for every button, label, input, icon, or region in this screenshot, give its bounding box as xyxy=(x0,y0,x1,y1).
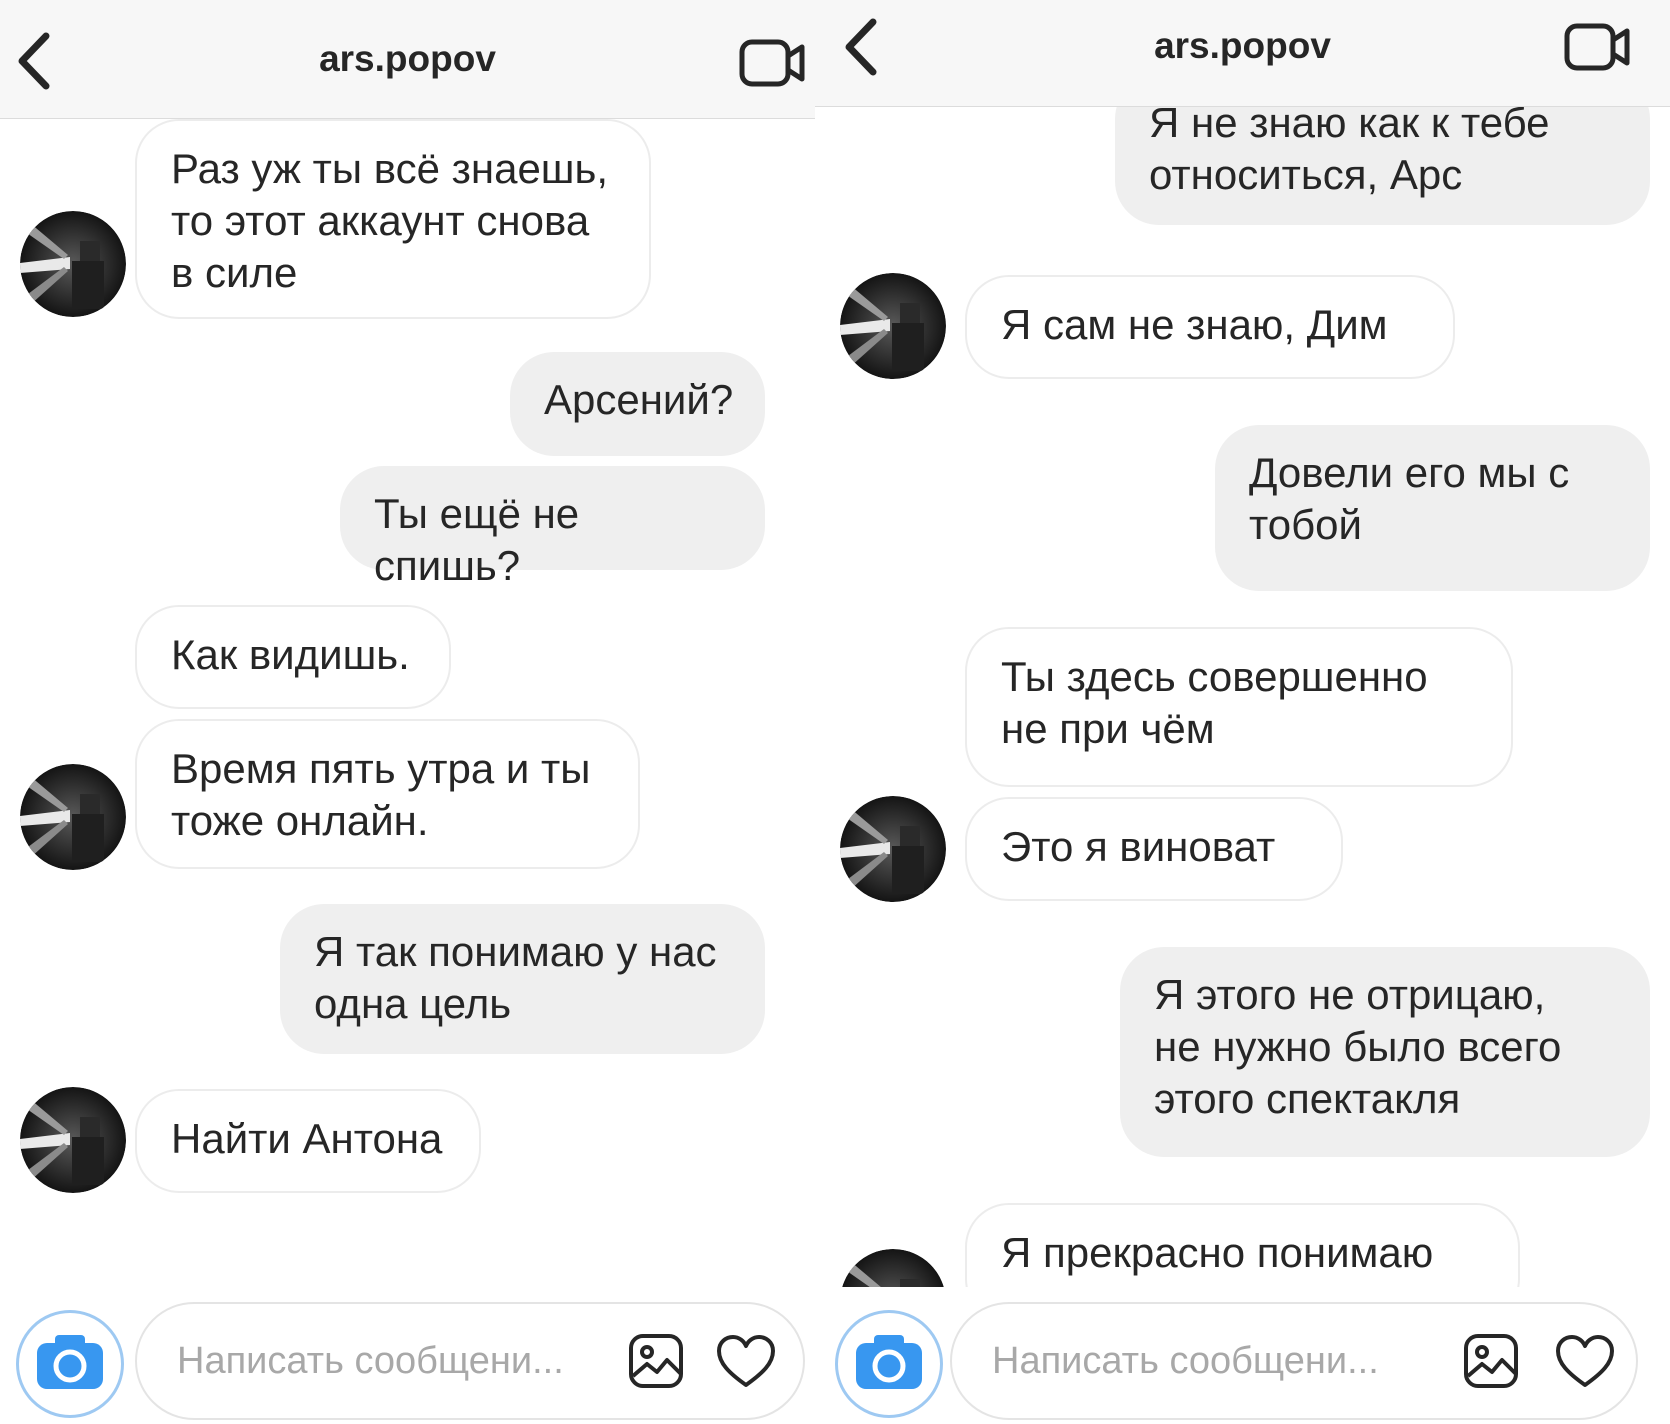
avatar[interactable] xyxy=(840,273,946,379)
message-incoming: Раз уж ты всё знаешь, то этот аккаунт сн… xyxy=(135,119,651,319)
chat-panel-left: ars.popov Раз уж ты всё знаешь, то этот … xyxy=(0,0,815,1424)
message-incoming: Ты здесь совершенно не при чём xyxy=(965,627,1513,787)
message-list[interactable]: Я не знаю как к тебе относиться, Арс Я с… xyxy=(815,107,1670,1287)
message-incoming: Это я виноват xyxy=(965,797,1343,901)
avatar[interactable] xyxy=(20,211,126,317)
gallery-icon[interactable] xyxy=(1462,1332,1520,1390)
camera-icon xyxy=(37,1335,103,1389)
message-outgoing: Я не знаю как к тебе относиться, Арс xyxy=(1115,107,1650,225)
heart-icon[interactable] xyxy=(715,1333,777,1391)
message-outgoing: Я этого не отрицаю, не нужно было всего … xyxy=(1120,947,1650,1157)
avatar[interactable] xyxy=(840,1249,946,1287)
message-outgoing: Довели его мы с тобой xyxy=(1215,425,1650,591)
gallery-icon[interactable] xyxy=(627,1332,685,1390)
message-incoming: Найти Антона xyxy=(135,1089,481,1193)
chat-title: ars.popov xyxy=(319,38,496,79)
message-input[interactable]: Написать сообщени... xyxy=(177,1340,564,1383)
video-call-icon[interactable] xyxy=(1563,18,1633,74)
message-composer[interactable]: Написать сообщени... xyxy=(135,1302,805,1420)
message-incoming: Я сам не знаю, Дим xyxy=(965,275,1455,379)
chat-panel-right: ars.popov Я не знаю как к тебе относитьс… xyxy=(815,0,1670,1424)
message-outgoing: Я так понимаю у нас одна цель xyxy=(280,904,765,1054)
camera-button[interactable] xyxy=(835,1310,943,1418)
avatar[interactable] xyxy=(20,1087,126,1193)
chat-header: ars.popov xyxy=(815,0,1670,107)
message-outgoing: Арсений? xyxy=(510,352,765,456)
heart-icon[interactable] xyxy=(1554,1333,1616,1391)
message-composer[interactable]: Написать сообщени... xyxy=(950,1302,1638,1420)
message-incoming: Время пять утра и ты тоже онлайн. xyxy=(135,719,640,869)
message-input[interactable]: Написать сообщени... xyxy=(992,1340,1379,1383)
camera-button[interactable] xyxy=(16,1310,124,1418)
message-incoming: Я прекрасно понимаю xyxy=(965,1203,1520,1287)
message-list[interactable]: Раз уж ты всё знаешь, то этот аккаунт сн… xyxy=(0,119,815,1294)
avatar[interactable] xyxy=(840,796,946,902)
chat-title: ars.popov xyxy=(1154,25,1331,66)
camera-icon xyxy=(856,1335,922,1389)
message-outgoing: Ты ещё не спишь? xyxy=(340,466,765,589)
avatar[interactable] xyxy=(20,764,126,870)
chat-header: ars.popov xyxy=(0,0,815,119)
message-incoming: Как видишь. xyxy=(135,605,451,709)
video-call-icon[interactable] xyxy=(738,34,808,90)
